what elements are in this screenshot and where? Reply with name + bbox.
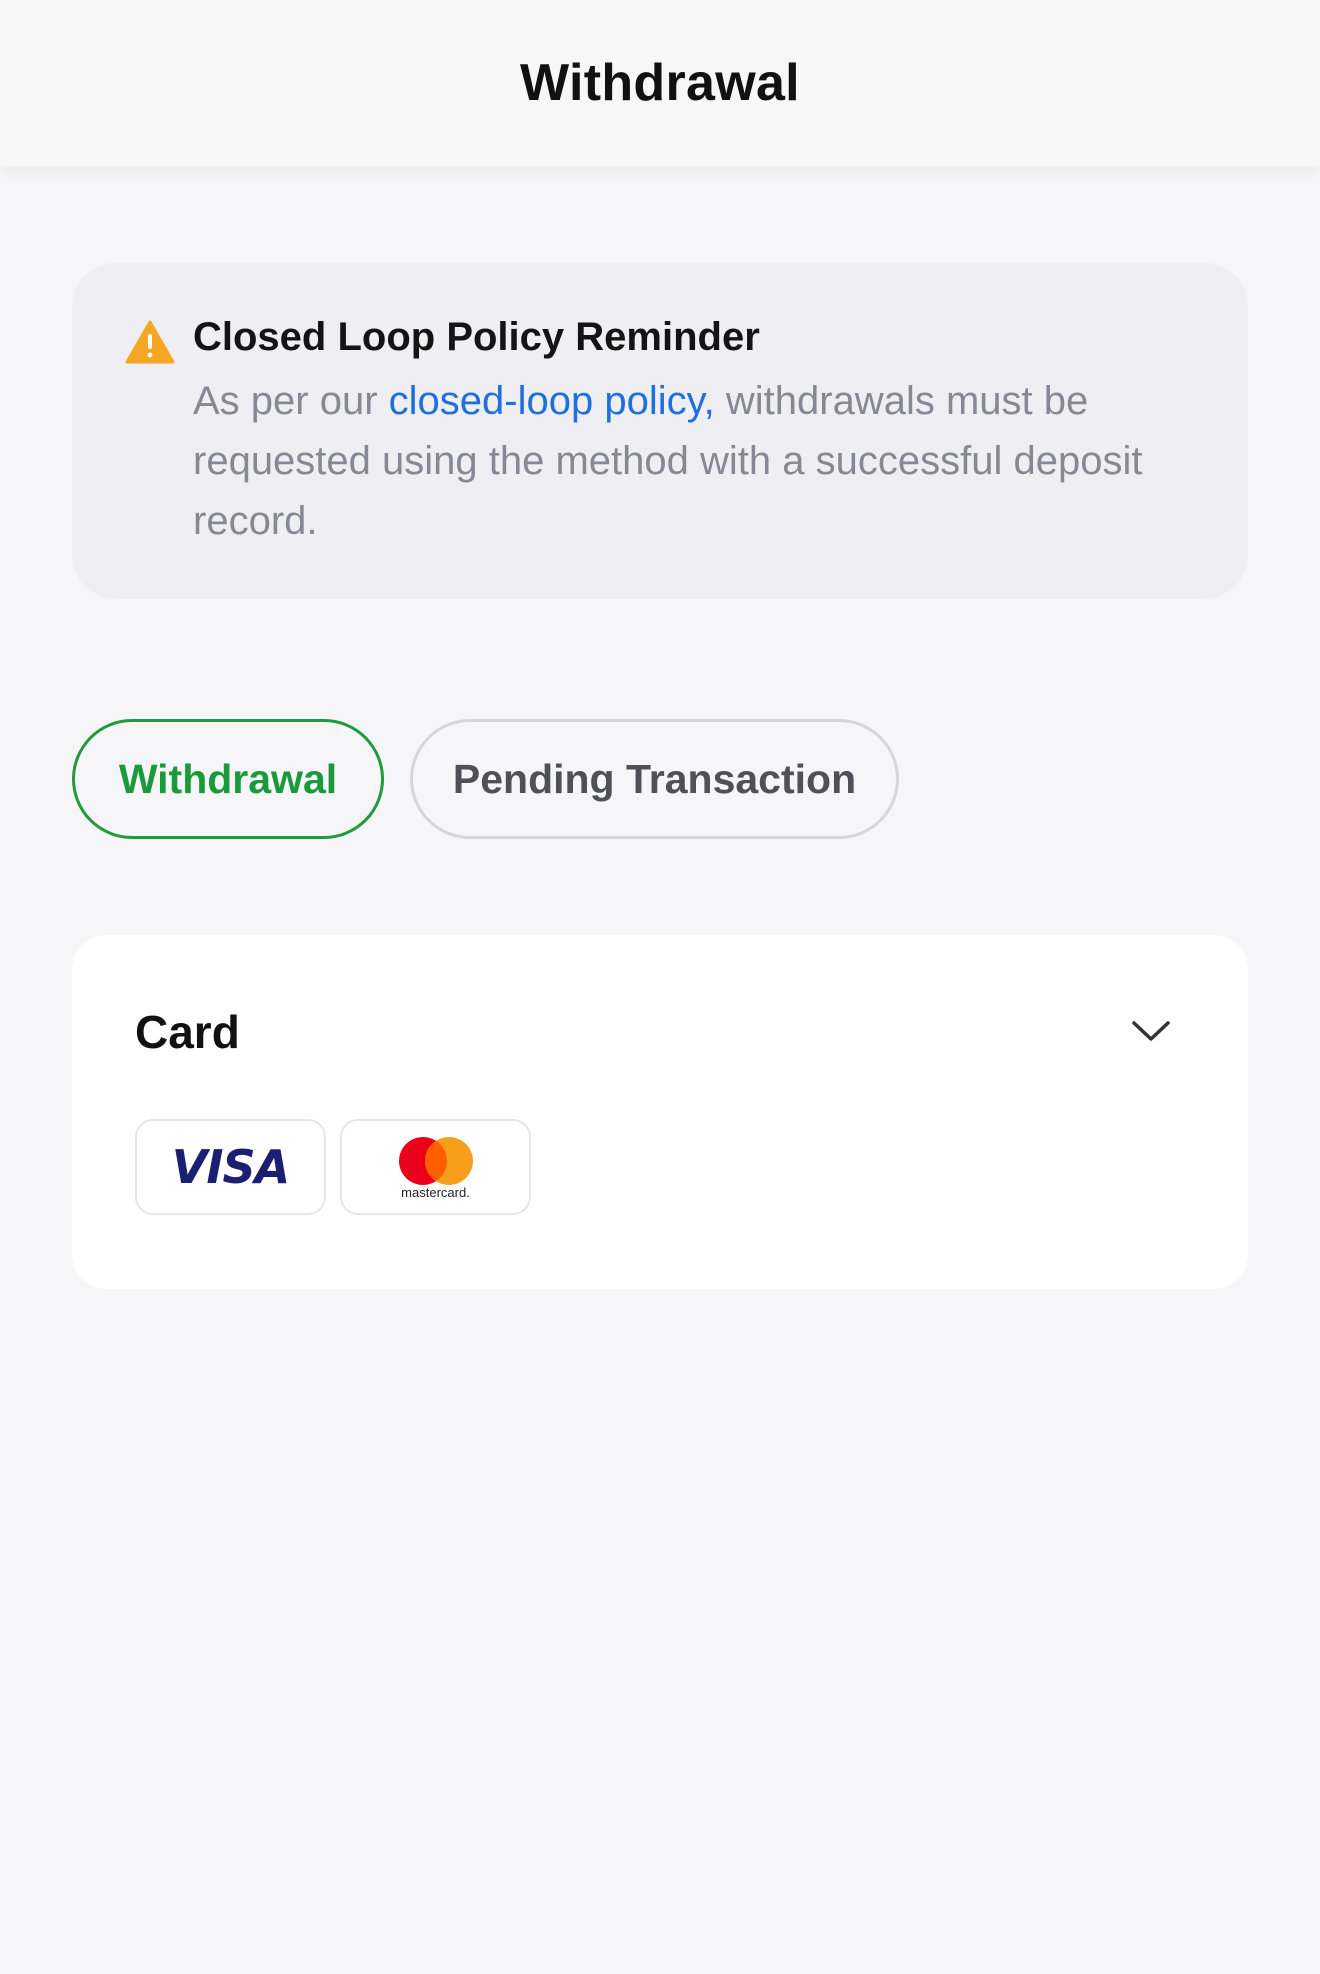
mastercard-circles-icon [398, 1136, 473, 1185]
visa-logo-text: VISA [171, 1140, 290, 1194]
page-title: Withdrawal [520, 54, 800, 112]
notice-title: Closed Loop Policy Reminder [193, 315, 760, 359]
notice-body-prefix: As per our [193, 379, 389, 423]
warning-triangle-icon [125, 320, 175, 364]
notice-body: As per our closed-loop policy, withdrawa… [193, 371, 1193, 551]
tab-bar: Withdrawal Pending Transaction [72, 719, 899, 839]
mastercard-logo: mastercard. [340, 1119, 531, 1215]
card-logos: VISA mastercard. [135, 1119, 531, 1215]
mastercard-logo-mark: mastercard. [393, 1135, 479, 1200]
closed-loop-policy-link[interactable]: closed-loop policy, [389, 379, 715, 423]
top-bar: Withdrawal [0, 0, 1320, 166]
tab-withdrawal[interactable]: Withdrawal [72, 719, 384, 839]
card-method-panel[interactable]: Card VISA mastercard. [72, 935, 1248, 1289]
withdrawal-page: Withdrawal Closed Loop Policy Reminder A… [0, 0, 1320, 1974]
visa-logo: VISA [135, 1119, 326, 1215]
mastercard-logo-text: mastercard. [401, 1184, 470, 1200]
tab-pending-transaction[interactable]: Pending Transaction [410, 719, 899, 839]
card-method-title: Card [135, 1006, 240, 1058]
chevron-down-icon[interactable] [1130, 1017, 1172, 1045]
policy-notice: Closed Loop Policy Reminder As per our c… [72, 263, 1248, 599]
